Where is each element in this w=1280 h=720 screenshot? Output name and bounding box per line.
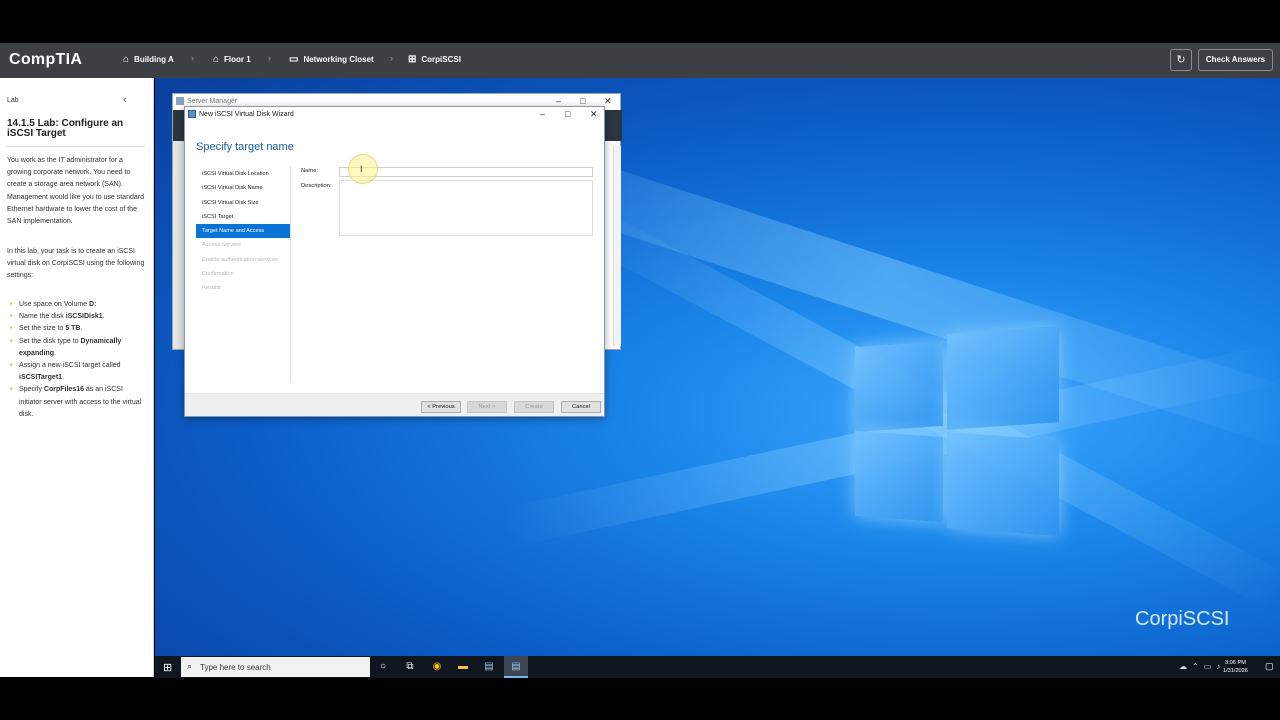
breadcrumb-separator: › [390,53,393,63]
breadcrumb-label: Networking Closet [303,55,374,64]
search-icon: ⌕ [187,661,193,671]
minimize-icon[interactable]: – [556,96,561,106]
divider [7,146,145,147]
description-input[interactable] [339,180,593,236]
iscsi-wizard-dialog: New iSCSI Virtual Disk Wizard – □ ✕ Spec… [184,106,605,417]
step-target-name-access[interactable]: Target Name and Access [196,224,291,239]
task-view-icon[interactable]: ⧉ [403,660,417,674]
start-button[interactable]: ⊞ [163,661,172,674]
step-authentication: Enable authentication services [202,256,278,263]
comptia-logo: CompTIA [9,51,83,68]
cursor-highlight [348,154,378,184]
maximize-icon[interactable]: □ [565,109,570,119]
step-access-servers: Access Servers [202,242,241,249]
breadcrumb-networking-closet[interactable]: ▭ Networking Closet [289,54,374,65]
description-label: Description: [301,183,332,189]
up-arrow-icon[interactable]: ⌃ [1192,662,1199,671]
window-title: Server Manager [187,98,238,105]
step-disk-location[interactable]: iSCSI Virtual Disk Location [196,167,291,181]
clock-date: 1/31/2026 [1223,668,1248,674]
taskbar-search[interactable]: ⌕ Type here to search [181,657,370,677]
search-placeholder: Type here to search [200,663,271,672]
chrome-icon[interactable]: ◉ [430,660,444,674]
wizard-steps: iSCSI Virtual Disk Location iSCSI Virtua… [196,167,291,296]
next-button[interactable]: Next > [467,401,507,413]
cancel-button[interactable]: Cancel [561,401,601,413]
step-results: Results [202,285,221,292]
taskbar-clock[interactable]: 3:06 PM 1/31/2026 [1223,659,1248,675]
list-item: Name the disk iSCSIDisk1. [7,311,147,323]
divider [290,167,291,383]
scrollbar[interactable] [613,146,621,346]
list-item: Set the size to 5 TB. [7,323,147,335]
breadcrumb-label: Building A [134,55,174,64]
task-settings-list: Use space on Volume D: Name the disk iSC… [7,299,147,421]
section-label: Lab [7,97,19,104]
text-cursor-icon: I [360,164,363,174]
minimize-icon[interactable]: – [540,109,545,119]
network-icon[interactable]: ▭ [1204,662,1212,671]
breadcrumb-separator: › [268,53,271,63]
breadcrumb-label: Floor 1 [224,55,251,64]
list-item: Assign a new iSCSI target called iSCSITa… [7,360,147,384]
building-icon: ⌂ [123,54,130,65]
floor-icon: ⌂ [213,54,220,65]
breadcrumb-separator: › [191,53,194,63]
lab-title: 14.1.5 Lab: Configure an iSCSI Target [7,118,124,139]
cortana-icon[interactable]: ○ [376,660,390,674]
wizard-footer: < Previous Next > Create Cancel [185,393,604,416]
step-confirmation: Confirmation [202,271,234,278]
step-disk-size[interactable]: iSCSI Virtual Disk Size [196,196,291,210]
wizard-taskbar-button[interactable]: ▤ [504,656,528,678]
create-button[interactable]: Create [514,401,554,413]
close-icon[interactable]: ✕ [590,109,598,120]
notification-icon[interactable]: ▢ [1265,661,1274,672]
breadcrumb-corpiscsi[interactable]: ⊞ CorpiSCSI [408,54,461,65]
breadcrumb-building-a[interactable]: ⌂ Building A [123,54,174,65]
step-iscsi-target[interactable]: iSCSI Target [196,210,291,224]
clock-time: 3:06 PM [1225,660,1246,666]
top-navigation-bar: CompTIA ⌂ Building A › ⌂ Floor 1 › ▭ Net… [0,43,1280,78]
onedrive-icon[interactable]: ☁ [1179,662,1187,671]
windows-logo-wallpaper [855,326,1061,536]
windows-taskbar: ⊞ ⌕ Type here to search ○ ⧉ ◉ ▬ ▤ ▤ ☁ ⌃ … [155,656,1280,678]
file-explorer-icon[interactable]: ▬ [456,660,470,674]
wizard-titlebar: New iSCSI Virtual Disk Wizard – □ ✕ [185,107,604,123]
previous-button[interactable]: < Previous [421,401,461,413]
wizard-taskbar-icon: ▤ [511,661,521,672]
screen: CompTIA ⌂ Building A › ⌂ Floor 1 › ▭ Net… [0,0,1280,720]
server-manager-icon [176,97,184,105]
windows-icon: ⊞ [408,54,417,65]
list-item: Use space on Volume D: [7,299,147,311]
refresh-button[interactable]: ↻ [1170,49,1192,71]
breadcrumb-floor-1[interactable]: ⌂ Floor 1 [213,54,251,65]
lab-intro-text: You work as the IT administrator for a g… [7,157,144,226]
desktop-computer-name: CorpiSCSI [1135,608,1230,630]
window-title: New iSCSI Virtual Disk Wizard [199,111,294,118]
step-disk-name[interactable]: iSCSI Virtual Disk Name [196,181,291,195]
page-title: Specify target name [196,141,294,153]
refresh-icon: ↻ [1176,54,1186,66]
monitor-icon: ▭ [289,54,299,65]
close-icon[interactable]: ✕ [604,96,612,107]
lab-instructions-panel: Lab ‹ 14.1.5 Lab: Configure an iSCSI Tar… [0,78,154,677]
wizard-icon [188,110,196,118]
name-label: Name: [301,168,319,174]
collapse-sidebar-icon[interactable]: ‹ [123,94,127,106]
list-item: Set the disk type to Dynamically expandi… [7,336,147,360]
maximize-icon[interactable]: □ [580,96,585,106]
list-item: Specify CorpFiles16 as an iSCSI initiato… [7,384,147,421]
check-answers-button[interactable]: Check Answers [1198,49,1273,71]
volume-icon[interactable]: ♪ [1216,662,1220,671]
system-tray: ☁ ⌃ ▭ ♪ [1179,662,1220,671]
lab-task-text: In this lab, your task is to create an i… [7,248,145,280]
breadcrumb-label: CorpiSCSI [421,55,461,64]
server-manager-taskbar-icon[interactable]: ▤ [482,660,496,674]
